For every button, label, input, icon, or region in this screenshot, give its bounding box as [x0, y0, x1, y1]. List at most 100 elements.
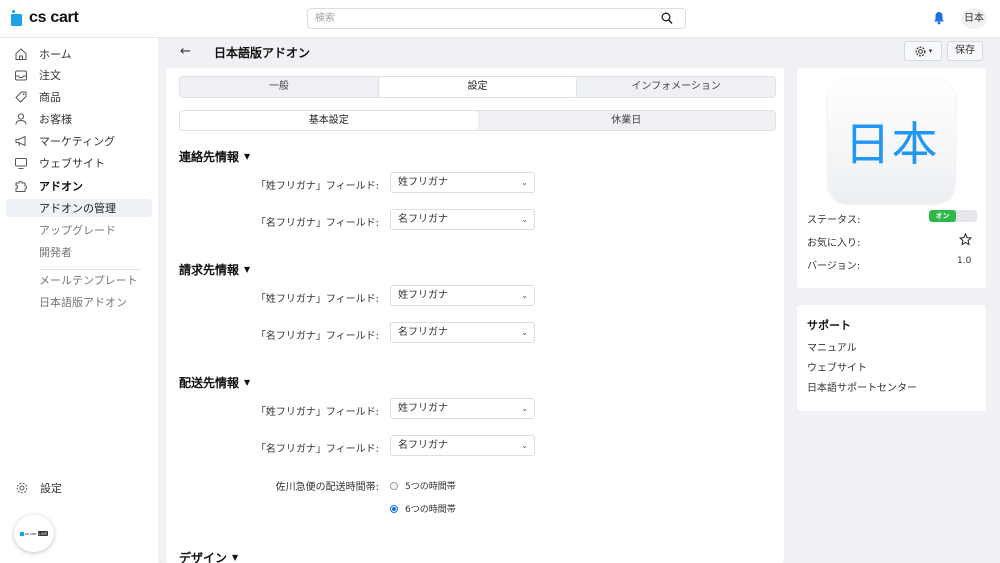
sidebar-item-label: アドオン [39, 180, 83, 193]
field-label: 「名フリガナ」フィールド: [255, 331, 379, 342]
bell-icon[interactable] [933, 11, 945, 25]
chevron-down-icon: ⌄ [521, 215, 528, 224]
caret-down-icon: ▼ [232, 553, 239, 562]
puzzle-icon [15, 181, 27, 192]
settings-dropdown-button[interactable]: ▾ [904, 41, 942, 61]
support-title: サポート [807, 319, 851, 332]
tab-information[interactable]: インフォメーション [577, 77, 775, 97]
support-link-manual[interactable]: マニュアル [807, 339, 857, 354]
sidebar-item-label: ウェブサイト [39, 157, 105, 170]
subtab-holidays[interactable]: 休業日 [478, 111, 776, 130]
contact-first-kana-select[interactable]: 名フリガナ ⌄ [390, 209, 535, 230]
search-box [307, 8, 686, 29]
contact-last-kana-select[interactable]: 姓フリガナ ⌄ [390, 172, 535, 193]
caret-down-icon: ▼ [244, 378, 251, 387]
home-icon [15, 48, 27, 60]
badge-pill: LIVE [37, 531, 49, 536]
logo[interactable]: cs cart [11, 9, 79, 27]
chevron-down-icon: ⌄ [521, 178, 528, 187]
sidebar-item-customers[interactable]: お客様 [14, 109, 72, 129]
radio-option-6-slots[interactable]: 6つの時間帯 [390, 502, 456, 515]
sidebar-item-label: 設定 [40, 482, 62, 495]
field-label: 「名フリガナ」フィールド: [255, 218, 379, 229]
inbox-icon [15, 70, 27, 81]
page-title: 日本語版アドオン [214, 46, 311, 60]
sidebar-item-label: お客様 [39, 113, 72, 126]
chevron-down-icon: ⌄ [521, 441, 528, 450]
megaphone-icon [15, 135, 26, 147]
billing-last-kana-select[interactable]: 姓フリガナ ⌄ [390, 285, 535, 306]
sidebar-item-products[interactable]: 商品 [14, 87, 61, 107]
chevron-down-icon: ▾ [928, 47, 933, 55]
version-value: 1.0 [957, 256, 972, 266]
user-icon [15, 113, 27, 125]
sidebar-item-website[interactable]: ウェブサイト [14, 153, 105, 173]
field-label: 「名フリガナ」フィールド: [255, 444, 379, 455]
radio-button[interactable] [390, 481, 398, 490]
chevron-down-icon: ⌄ [521, 404, 528, 413]
logo-mark-icon [19, 531, 24, 536]
language-button[interactable]: 日本 [961, 8, 987, 29]
sidebar: ホーム 注文 商品 お客様 マーケティング ウェブサイト アドオン アドオンの管… [0, 38, 158, 563]
monitor-icon [15, 158, 27, 169]
chevron-down-icon: ⌄ [521, 291, 528, 300]
version-label: バージョン: [807, 261, 861, 272]
status-toggle-on: オン [929, 210, 956, 222]
subtab-bar: 基本設定 休業日 [179, 110, 776, 131]
support-link-japanese-support[interactable]: 日本語サポートセンター [807, 379, 917, 394]
billing-first-kana-select[interactable]: 名フリガナ ⌄ [390, 322, 535, 343]
sidebar-subitem-upgrade[interactable]: アップグレード [39, 221, 116, 239]
field-label: 佐川急便の配送時間帯: [275, 482, 379, 493]
sidebar-item-home[interactable]: ホーム [14, 44, 72, 64]
subtab-basic-settings[interactable]: 基本設定 [180, 111, 478, 130]
page-scrollbar[interactable] [995, 38, 1000, 563]
sidebar-subitem-developer[interactable]: 開発者 [39, 243, 72, 261]
save-button[interactable]: 保存 [947, 41, 983, 61]
sidebar-item-settings[interactable]: 設定 [15, 480, 62, 496]
support-link-website[interactable]: ウェブサイト [807, 359, 867, 374]
radio-button-selected[interactable] [390, 504, 398, 513]
star-icon[interactable] [959, 233, 972, 246]
status-toggle[interactable]: オン [929, 210, 977, 222]
sidebar-item-label: 注文 [39, 69, 61, 82]
sidebar-subitem-japanese-addon[interactable]: 日本語版アドオン [39, 293, 127, 311]
cs-cart-badge[interactable]: cs cart LIVE [14, 515, 54, 552]
radio-option-5-slots[interactable]: 5つの時間帯 [390, 479, 456, 492]
page-header: ← 日本語版アドオン ▾ 保存 [158, 38, 1000, 64]
section-title-billing[interactable]: 請求先情報 ▼ [179, 261, 250, 278]
addon-info-card: 日本 ステータス: オン お気に入り: バージョン: 1.0 [797, 68, 986, 288]
tab-general[interactable]: 一般 [180, 77, 378, 97]
field-label: 「姓フリガナ」フィールド: [255, 181, 379, 192]
caret-down-icon: ▼ [244, 152, 251, 161]
sidebar-item-orders[interactable]: 注文 [14, 65, 61, 85]
addon-logo: 日本 [828, 79, 955, 203]
sidebar-subitem-email-templates[interactable]: メールテンプレート [39, 271, 138, 289]
shipping-last-kana-select[interactable]: 姓フリガナ ⌄ [390, 398, 535, 419]
back-arrow-icon[interactable]: ← [180, 44, 191, 59]
search-icon[interactable] [661, 12, 673, 25]
tab-settings[interactable]: 設定 [377, 77, 578, 97]
field-label: 「姓フリガナ」フィールド: [255, 294, 379, 305]
search-input[interactable] [308, 9, 638, 28]
section-title-design[interactable]: デザイン ▼ [179, 549, 238, 563]
logo-text: cs cart [29, 9, 79, 26]
section-title-shipping[interactable]: 配送先情報 ▼ [179, 374, 250, 391]
gear-icon [16, 482, 28, 494]
support-card: サポート マニュアル ウェブサイト 日本語サポートセンター [797, 305, 986, 411]
field-label: 「姓フリガナ」フィールド: [255, 407, 379, 418]
settings-panel: 一般 設定 インフォメーション 基本設定 休業日 連絡先情報 ▼ 「姓フリガナ」フ… [166, 68, 784, 563]
shipping-first-kana-select[interactable]: 名フリガナ ⌄ [390, 435, 535, 456]
main-area: ← 日本語版アドオン ▾ 保存 一般 設定 インフォメーション 基本設定 休業日… [158, 38, 1000, 563]
sidebar-divider [39, 269, 141, 270]
chevron-down-icon: ⌄ [521, 328, 528, 337]
sidebar-subitem-manage-addons[interactable]: アドオンの管理 [6, 199, 152, 217]
sidebar-item-addons[interactable]: アドオン [14, 176, 83, 196]
addon-logo-text: 日本 [844, 117, 939, 171]
section-title-contact[interactable]: 連絡先情報 ▼ [179, 148, 250, 165]
tag-icon [15, 91, 27, 103]
gear-icon [915, 46, 926, 56]
sidebar-item-label: マーケティング [39, 135, 116, 148]
sidebar-item-marketing[interactable]: マーケティング [14, 131, 115, 151]
badge-text: cs cart [24, 531, 37, 536]
status-label: ステータス: [807, 215, 861, 226]
